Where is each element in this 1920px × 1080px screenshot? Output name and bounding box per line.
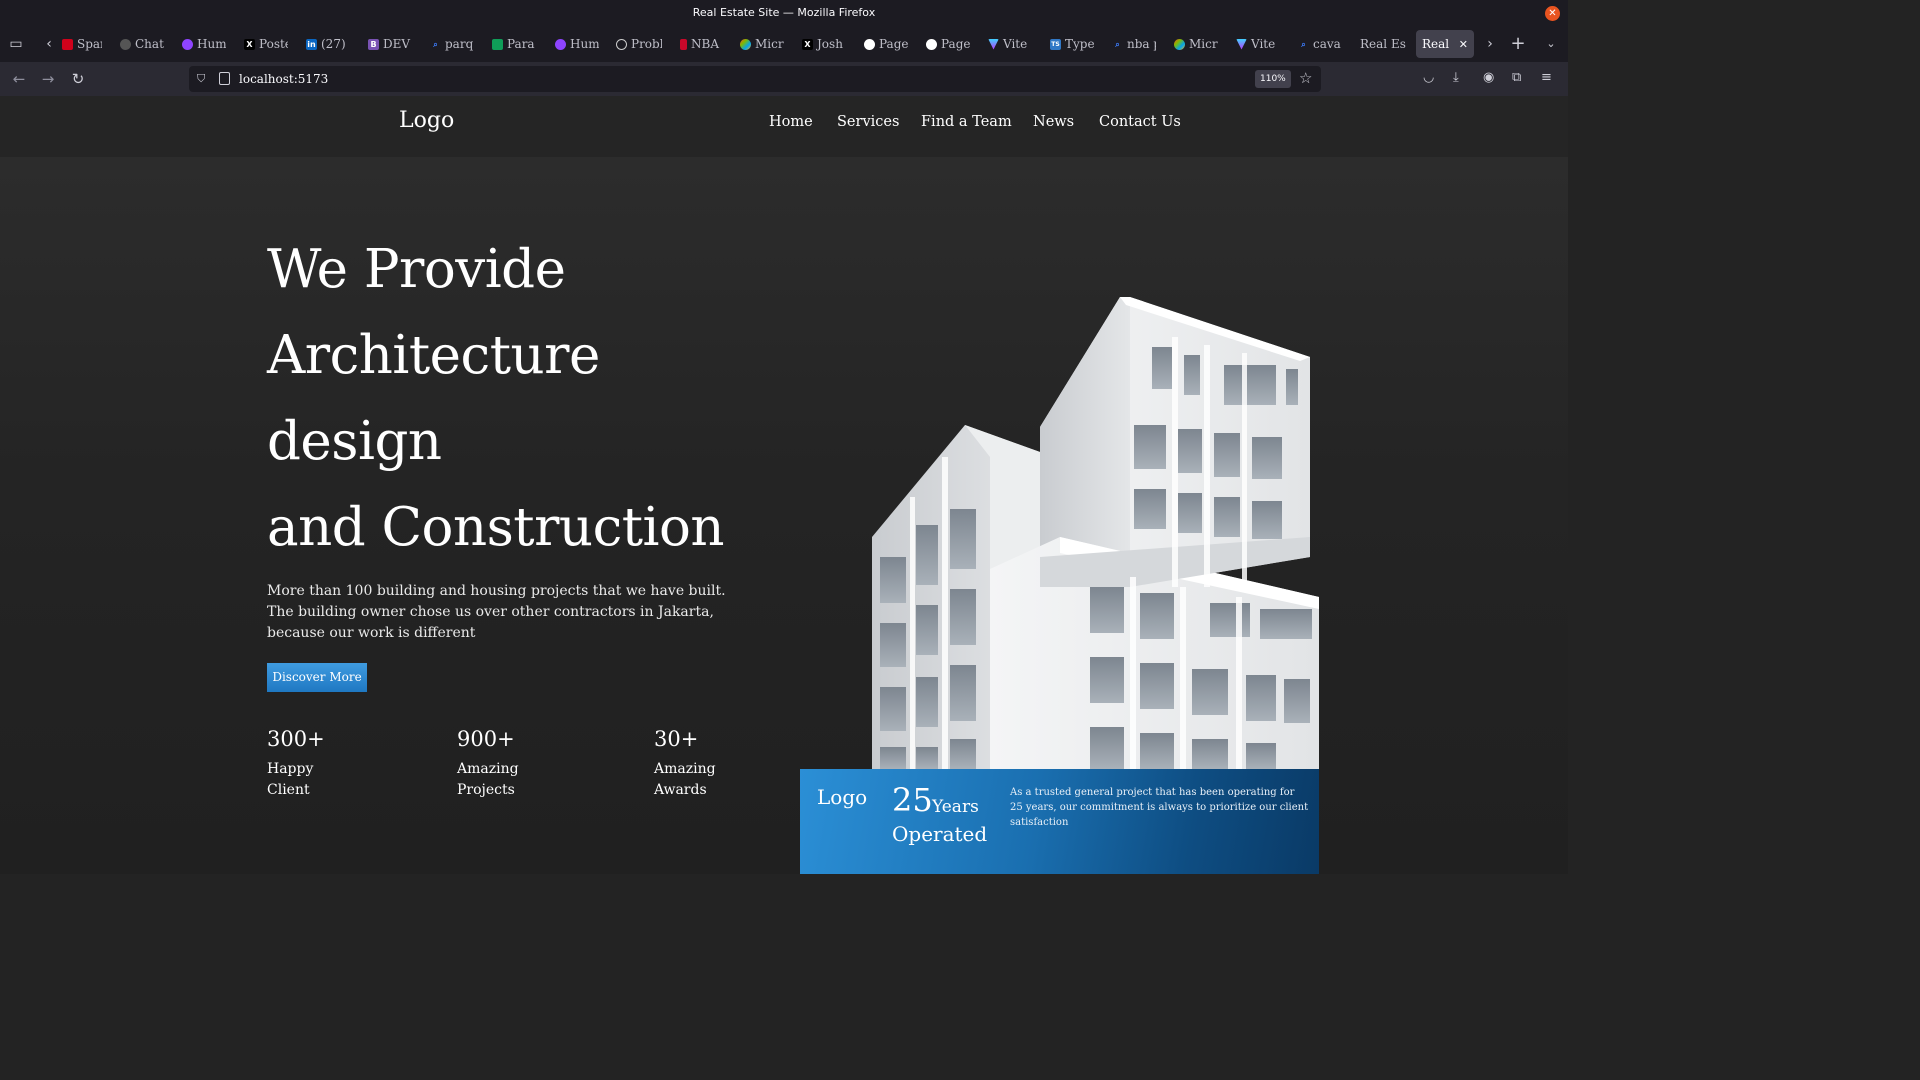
building-image bbox=[872, 297, 1319, 769]
tab-para[interactable]: Para bbox=[492, 30, 536, 58]
x-icon: X bbox=[802, 38, 813, 50]
tab-micr-2[interactable]: Micr bbox=[1174, 30, 1218, 58]
operated-label: Operated bbox=[892, 822, 988, 846]
menu-icon[interactable]: ≡ bbox=[1541, 70, 1552, 85]
tab-dev[interactable]: B DEV bbox=[368, 30, 412, 58]
stat-amazing-awards: 30+ Amazing Awards bbox=[654, 725, 724, 801]
forward-icon[interactable]: → bbox=[36, 67, 60, 91]
hero-description: More than 100 building and housing proje… bbox=[267, 583, 726, 641]
tab-micr[interactable]: Micr bbox=[740, 30, 786, 58]
extensions-icon[interactable]: ⧉ bbox=[1512, 70, 1521, 85]
navigation-toolbar: ← → ↻ ⛉ localhost:5173 110% ☆ ◡ ⤓ ◉ ⧉ ≡ bbox=[0, 62, 1568, 96]
scroll-tabs-left-icon[interactable]: ‹ bbox=[38, 32, 60, 56]
huggingface-icon bbox=[182, 38, 193, 50]
info-icon bbox=[616, 38, 627, 50]
stat-value: 30+ bbox=[654, 727, 699, 751]
linkedin-icon: in bbox=[306, 38, 317, 50]
window-title: Real Estate Site — Mozilla Firefox bbox=[692, 6, 876, 19]
bootstrap-icon: B bbox=[368, 38, 379, 50]
tab-nba-search[interactable]: ⌕ nba p bbox=[1112, 30, 1156, 58]
tab-nba[interactable]: NBA bbox=[680, 30, 724, 58]
account-icon[interactable]: ◉ bbox=[1483, 70, 1494, 85]
tab-page-2[interactable]: Page bbox=[926, 30, 970, 58]
years-word: Years bbox=[932, 797, 979, 817]
tab-linkedin[interactable]: in (27) bbox=[306, 30, 350, 58]
card-description: As a trusted general project that has be… bbox=[1010, 787, 1309, 828]
scroll-tabs-right-icon[interactable]: › bbox=[1479, 32, 1501, 56]
typescript-icon: TS bbox=[1050, 38, 1061, 50]
tab-overview-button[interactable]: ▭ bbox=[5, 32, 27, 56]
microsoft-icon bbox=[1174, 38, 1185, 50]
search-icon: ⌕ bbox=[1301, 39, 1306, 49]
tab-poste[interactable]: X Poste bbox=[244, 30, 288, 58]
stat-label: Happy Client bbox=[267, 761, 314, 798]
new-tab-icon[interactable]: + bbox=[1507, 32, 1529, 56]
search-icon: ⌕ bbox=[1115, 39, 1120, 49]
card-logo: Logo bbox=[817, 785, 868, 809]
tab-cava[interactable]: ⌕ cava bbox=[1298, 30, 1342, 58]
reload-icon[interactable]: ↻ bbox=[66, 67, 90, 91]
back-icon[interactable]: ← bbox=[7, 67, 31, 91]
nav-find-a-team[interactable]: Find a Team bbox=[921, 114, 1012, 130]
huggingface-icon bbox=[555, 38, 566, 50]
spartan-icon bbox=[62, 38, 73, 50]
site-logo[interactable]: Logo bbox=[399, 108, 454, 133]
tab-real-estate[interactable]: Real Est bbox=[1360, 30, 1406, 58]
tab-chat[interactable]: Chat bbox=[120, 30, 164, 58]
downloads-icon[interactable]: ⤓ bbox=[1453, 70, 1459, 85]
nav-contact-us[interactable]: Contact Us bbox=[1099, 114, 1181, 130]
vite-icon bbox=[988, 38, 999, 50]
address-bar[interactable]: ⛉ localhost:5173 110% ☆ bbox=[189, 66, 1321, 92]
stat-label: Amazing Awards bbox=[654, 761, 716, 798]
bookmark-star-icon[interactable]: ☆ bbox=[1299, 69, 1312, 87]
tab-vite[interactable]: Vite bbox=[988, 30, 1032, 58]
zoom-level-button[interactable]: 110% bbox=[1255, 70, 1291, 88]
tab-page[interactable]: Page bbox=[864, 30, 908, 58]
tab-strip: ▭ ‹ Spar Chat Hum X Poste in (27) B DEV … bbox=[0, 26, 1568, 62]
window-close-button[interactable]: ✕ bbox=[1545, 6, 1560, 21]
tab-real-estate-active[interactable]: Real E ✕ bbox=[1416, 30, 1474, 58]
site-header: Logo Home Services Find a Team News Cont… bbox=[0, 96, 1568, 157]
stat-amazing-projects: 900+ Amazing Projects bbox=[457, 725, 527, 801]
close-tab-icon[interactable]: ✕ bbox=[1459, 38, 1468, 51]
years-operated-card: Logo 25 Years Operated As a trusted gene… bbox=[800, 769, 1319, 874]
tab-vite-2[interactable]: Vite bbox=[1236, 30, 1280, 58]
stat-value: 300+ bbox=[267, 727, 325, 751]
hero-section: We Provide Architecture design and Const… bbox=[0, 157, 1568, 874]
nba-icon bbox=[680, 38, 687, 50]
tab-josh[interactable]: X Josh bbox=[802, 30, 846, 58]
sheets-icon bbox=[492, 38, 503, 50]
stat-happy-client: 300+ Happy Client bbox=[267, 725, 327, 801]
microsoft-icon bbox=[740, 38, 751, 50]
github-icon bbox=[926, 38, 937, 50]
tab-hum[interactable]: Hum bbox=[182, 30, 226, 58]
github-icon bbox=[864, 38, 875, 50]
nav-home[interactable]: Home bbox=[769, 114, 813, 130]
tracking-shield-icon[interactable]: ⛉ bbox=[197, 72, 209, 86]
page-icon bbox=[219, 72, 230, 85]
hero-title: We Provide Architecture design and Const… bbox=[267, 239, 725, 558]
list-all-tabs-icon[interactable]: ⌄ bbox=[1540, 32, 1562, 56]
discover-more-button[interactable]: Discover More bbox=[267, 663, 367, 692]
stat-value: 900+ bbox=[457, 727, 515, 751]
window-titlebar: Real Estate Site — Mozilla Firefox ✕ bbox=[0, 0, 1568, 26]
vite-icon bbox=[1236, 38, 1247, 50]
stat-label: Amazing Projects bbox=[457, 761, 519, 798]
tab-parq[interactable]: ⌕ parq bbox=[430, 30, 474, 58]
tab-type[interactable]: TS Type bbox=[1050, 30, 1094, 58]
tab-spar[interactable]: Spar bbox=[62, 30, 102, 58]
nav-news[interactable]: News bbox=[1033, 114, 1074, 130]
x-icon: X bbox=[244, 38, 255, 50]
pocket-icon[interactable]: ◡ bbox=[1423, 70, 1434, 85]
url-text[interactable]: localhost:5173 bbox=[239, 66, 328, 92]
search-icon: ⌕ bbox=[433, 39, 438, 49]
openai-icon bbox=[120, 38, 131, 50]
years-number: 25 bbox=[892, 781, 933, 819]
tab-hum-2[interactable]: Hum bbox=[555, 30, 599, 58]
nav-services[interactable]: Services bbox=[837, 114, 899, 130]
tab-probl[interactable]: Probl bbox=[616, 30, 662, 58]
